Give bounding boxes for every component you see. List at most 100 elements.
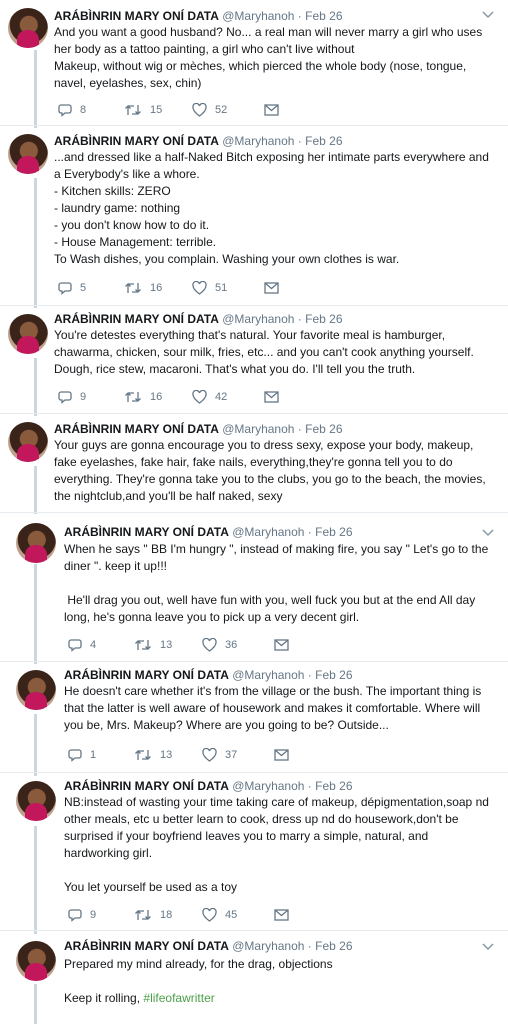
separator-dot: · — [297, 312, 302, 326]
chevron-down-icon[interactable] — [482, 11, 494, 21]
tweet-date[interactable]: Feb 26 — [315, 668, 352, 682]
reply-icon — [68, 909, 82, 922]
author-name[interactable]: ARÁBÌNRIN MARY ONÍ DATA — [64, 668, 229, 682]
retweet-button[interactable]: 16 — [124, 390, 192, 404]
tweet[interactable]: ARÁBÌNRIN MARY ONÍ DATA @Maryhanoh · Feb… — [0, 513, 508, 661]
like-count: 52 — [215, 104, 228, 116]
tweet[interactable]: ARÁBÌNRIN MARY ONÍ DATA @Maryhanoh · Feb… — [0, 126, 508, 305]
author-name[interactable]: ARÁBÌNRIN MARY ONÍ DATA — [54, 9, 219, 23]
message-button[interactable] — [264, 391, 279, 403]
author-handle[interactable]: @Maryhanoh — [232, 525, 304, 539]
author-name[interactable]: ARÁBÌNRIN MARY ONÍ DATA — [64, 525, 229, 539]
tweet[interactable]: ARÁBÌNRIN MARY ONÍ DATA @Maryhanoh · Feb… — [0, 306, 508, 413]
author-handle[interactable]: @Maryhanoh — [232, 779, 304, 793]
author-handle[interactable]: @Maryhanoh — [232, 939, 304, 953]
avatar[interactable] — [16, 670, 56, 710]
tweet-text: NB:instead of wasting your time taking c… — [64, 795, 489, 894]
author-handle[interactable]: @Maryhanoh — [222, 422, 294, 436]
tweet-text: When he says " BB I'm hungry ", instead … — [64, 542, 489, 624]
avatar[interactable] — [8, 8, 48, 48]
reply-button[interactable]: 8 — [58, 103, 124, 117]
tweet-date[interactable]: Feb 26 — [315, 525, 352, 539]
tweet[interactable]: ARÁBÌNRIN MARY ONÍ DATA @Maryhanoh · Feb… — [0, 662, 508, 772]
message-icon — [274, 909, 289, 921]
author-name[interactable]: ARÁBÌNRIN MARY ONÍ DATA — [64, 939, 229, 953]
like-count: 51 — [215, 282, 228, 294]
author-handle[interactable]: @Maryhanoh — [222, 312, 294, 326]
reply-icon — [58, 104, 72, 117]
tweet-text: Your guys are gonna encourage you to dre… — [54, 438, 490, 503]
tweet[interactable]: ARÁBÌNRIN MARY ONÍ DATA @Maryhanoh · Feb… — [0, 414, 508, 512]
chevron-down-icon[interactable] — [482, 529, 494, 539]
reply-button[interactable]: 4 — [68, 638, 134, 652]
tweet-date[interactable]: Feb 26 — [305, 422, 342, 436]
like-button[interactable]: 45 — [202, 908, 274, 922]
chevron-down-icon[interactable] — [482, 943, 494, 953]
retweet-icon — [125, 392, 141, 402]
retweet-count: 13 — [160, 749, 173, 761]
tweet-actions: 9 18 45 — [68, 907, 289, 923]
retweet-count: 16 — [150, 391, 163, 403]
author-handle[interactable]: @Maryhanoh — [222, 9, 294, 23]
reply-count: 8 — [80, 104, 87, 116]
like-button[interactable]: 42 — [192, 390, 264, 404]
retweet-count: 18 — [160, 909, 173, 921]
retweet-count: 13 — [160, 639, 173, 651]
like-icon — [202, 908, 217, 922]
message-button[interactable] — [274, 749, 289, 761]
author-name[interactable]: ARÁBÌNRIN MARY ONÍ DATA — [64, 779, 229, 793]
retweet-button[interactable]: 13 — [134, 748, 202, 762]
avatar[interactable] — [8, 422, 48, 462]
reply-count: 5 — [80, 282, 87, 294]
author-name[interactable]: ARÁBÌNRIN MARY ONÍ DATA — [54, 312, 219, 326]
like-button[interactable]: 37 — [202, 748, 274, 762]
tweet-date[interactable]: Feb 26 — [315, 939, 352, 953]
message-button[interactable] — [264, 282, 279, 294]
tweet-header: ARÁBÌNRIN MARY ONÍ DATA @Maryhanoh · Feb… — [64, 779, 353, 794]
author-name[interactable]: ARÁBÌNRIN MARY ONÍ DATA — [54, 134, 219, 148]
tweet-date[interactable]: Feb 26 — [305, 134, 342, 148]
message-button[interactable] — [264, 104, 279, 116]
reply-button[interactable]: 5 — [58, 281, 124, 295]
retweet-count: 15 — [150, 104, 163, 116]
reply-icon — [68, 749, 82, 762]
retweet-button[interactable]: 16 — [124, 281, 192, 295]
tweet[interactable]: ARÁBÌNRIN MARY ONÍ DATA @Maryhanoh · Feb… — [0, 773, 508, 930]
tweet[interactable]: ARÁBÌNRIN MARY ONÍ DATA @Maryhanoh · Feb… — [0, 0, 508, 125]
like-button[interactable]: 36 — [202, 638, 274, 652]
reply-button[interactable]: 9 — [58, 390, 124, 404]
like-button[interactable]: 52 — [192, 103, 264, 117]
tweet-header: ARÁBÌNRIN MARY ONÍ DATA @Maryhanoh · Feb… — [64, 939, 353, 954]
tweet-actions: 1 13 37 — [68, 747, 289, 763]
tweet[interactable]: ARÁBÌNRIN MARY ONÍ DATA @Maryhanoh · Feb… — [0, 931, 508, 1024]
like-button[interactable]: 51 — [192, 281, 264, 295]
retweet-button[interactable]: 18 — [134, 908, 202, 922]
retweet-button[interactable]: 15 — [124, 103, 192, 117]
separator-dot: · — [307, 779, 312, 793]
tweet-header: ARÁBÌNRIN MARY ONÍ DATA @Maryhanoh · Feb… — [64, 525, 353, 540]
tweet-date[interactable]: Feb 26 — [315, 779, 352, 793]
author-name[interactable]: ARÁBÌNRIN MARY ONÍ DATA — [54, 422, 219, 436]
author-handle[interactable]: @Maryhanoh — [222, 134, 294, 148]
avatar[interactable] — [16, 781, 56, 821]
separator-dot: · — [307, 939, 312, 953]
reply-count: 9 — [80, 391, 87, 403]
tweet-actions: 9 16 42 — [58, 389, 279, 405]
avatar[interactable] — [8, 314, 48, 354]
retweet-button[interactable]: 13 — [134, 638, 202, 652]
tweet-date[interactable]: Feb 26 — [305, 9, 342, 23]
hashtag-link[interactable]: #lifeofawritter — [143, 991, 214, 1005]
tweet-date[interactable]: Feb 26 — [305, 312, 342, 326]
reply-icon — [68, 639, 82, 652]
tweet-actions: 8 15 52 — [58, 102, 279, 118]
author-handle[interactable]: @Maryhanoh — [232, 668, 304, 682]
reply-button[interactable]: 1 — [68, 748, 134, 762]
avatar[interactable] — [8, 134, 48, 174]
avatar[interactable] — [16, 941, 56, 981]
reply-button[interactable]: 9 — [68, 908, 134, 922]
message-button[interactable] — [274, 639, 289, 651]
message-button[interactable] — [274, 909, 289, 921]
separator-dot: · — [297, 422, 302, 436]
tweet-text: You're detestes everything that's natura… — [54, 328, 478, 376]
avatar[interactable] — [16, 523, 56, 563]
